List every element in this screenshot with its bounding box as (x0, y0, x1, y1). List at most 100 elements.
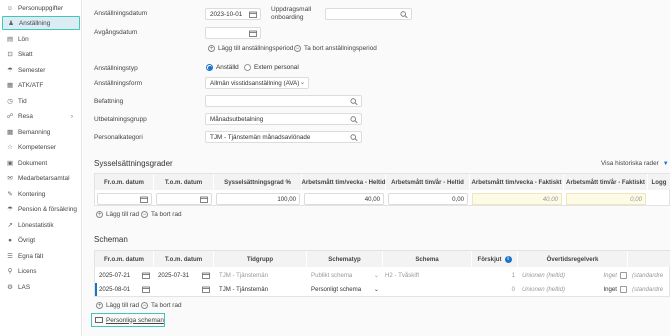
schedule-group-value: TJM - Tjänstemän (219, 285, 268, 293)
year-full-input[interactable]: 0,00 (388, 193, 468, 205)
chevron-right-icon: › (70, 112, 73, 120)
start-date-value: 2023-10-01 (210, 10, 243, 18)
type-external-label: Extern personal (254, 64, 299, 71)
sidebar-item-label: Lönestatistik (18, 221, 54, 229)
minus-icon: − (294, 45, 301, 52)
calendar-icon[interactable] (202, 286, 210, 293)
type-radio-employed[interactable]: Anställd (206, 64, 239, 71)
sidebar-item-medarbetarsamtal[interactable]: ✉ Medarbetarsamtal (2, 171, 80, 185)
sidebar-item-anstallning[interactable]: ♟ Anställning (2, 16, 80, 30)
personnel-category-label: Personalkategori (94, 134, 143, 141)
money-icon: ▤ (6, 36, 14, 43)
sidebar-item-ovrigt[interactable]: ● Övrigt (2, 233, 80, 247)
personnel-category-select[interactable]: TJM - Tjänstemän månadsavlönade (205, 131, 362, 143)
sidebar-item-dokument[interactable]: ▣ Dokument (2, 156, 80, 170)
sidebar-item-kompetenser[interactable]: ☆ Kompetenser (2, 140, 80, 154)
sidebar-item-label: Bemanning (18, 128, 51, 136)
employment-type-label: Anställningstyp (94, 65, 138, 72)
info-icon[interactable]: i (504, 255, 512, 263)
sidebar: ☺ Personuppgifter ♟ Anställning ▤ Lön ⊡ Skat… (0, 0, 82, 336)
sidebar-item-tid[interactable]: ◷ Tid (2, 94, 80, 108)
checkbox[interactable] (620, 285, 627, 293)
occupancy-degree-input[interactable]: 100,00 (216, 193, 300, 205)
sidebar-item-bemanning[interactable]: ▩ Bemanning (2, 125, 80, 139)
type-radio-external[interactable]: Extern personal (244, 64, 299, 71)
sidebar-item-label: Personuppgifter (18, 4, 64, 12)
schedule-type-select[interactable]: Personligt schema ⌄ (311, 283, 381, 295)
schedules-table: Fr.o.m. datum T.o.m. datum Tidgrupp Sche… (94, 250, 670, 297)
sidebar-item-label: Anställning (19, 19, 51, 27)
occupancy-add-row-button[interactable]: + Lägg till rad (96, 211, 139, 218)
key-icon: ⚲ (7, 268, 13, 275)
personal-schedules-link[interactable]: Personliga scheman (91, 313, 165, 327)
column-header: Logg (648, 174, 670, 190)
sidebar-item-egna-falt[interactable]: ☰ Egna fält (2, 249, 80, 263)
sidebar-item-personuppgifter[interactable]: ☺ Personuppgifter (2, 1, 80, 15)
from-date-input[interactable] (97, 193, 152, 205)
end-date-input[interactable] (205, 27, 261, 39)
sidebar-item-licens[interactable]: ⚲ Licens (2, 264, 80, 278)
occupancy-remove-row-button[interactable]: − Ta bort rad (141, 211, 182, 218)
sidebar-item-pension[interactable]: ☂ Pension & försäkring (2, 202, 80, 216)
chevron-down-icon: ⌄ (373, 271, 379, 279)
sidebar-item-skatt[interactable]: ⊡ Skatt (2, 47, 80, 61)
to-date-input[interactable] (156, 193, 212, 205)
position-select[interactable] (205, 95, 362, 107)
column-header: Tidgrupp (214, 251, 307, 267)
sidebar-item-label: Kontering (18, 190, 46, 198)
sidebar-item-resa[interactable]: ☍ Resa › (2, 109, 80, 123)
position-label: Befattning (94, 98, 124, 105)
sidebar-item-label: Egna fält (18, 252, 44, 260)
checkbox[interactable] (620, 271, 627, 279)
staffing-icon: ▩ (6, 129, 14, 136)
column-header: Fr.o.m. datum (95, 251, 154, 267)
schedule-value: H2 - Tvåskift (385, 271, 420, 279)
cell-value: Personligt schema (311, 285, 362, 293)
overtime-value: Unionen (heltid) (522, 271, 566, 279)
personal-schedules-label: Personliga scheman (106, 316, 164, 324)
calendar-icon[interactable] (249, 30, 257, 37)
sidebar-item-kontering[interactable]: ✎ Kontering (2, 187, 80, 201)
sidebar-item-atk[interactable]: ▦ ATK/ATF (2, 78, 80, 92)
employment-form-select[interactable]: Allmän visstidsanställning (AVA) ⌄ (205, 77, 309, 89)
radio-icon (244, 64, 251, 71)
calendar-icon[interactable] (249, 11, 257, 18)
calendar-icon[interactable] (140, 196, 148, 203)
schedule-value (385, 283, 470, 295)
sidebar-item-label: Licens (18, 267, 37, 275)
start-date-input[interactable]: 2023-10-01 (205, 8, 261, 20)
column-header: Arbetsmått tim/vecka - Heltid (302, 174, 386, 190)
badge-icon: ☆ (7, 144, 13, 151)
sidebar-item-semester[interactable]: ☂ Semester (2, 63, 80, 77)
schedule-add-row-button[interactable]: + Lägg till rad (96, 302, 139, 309)
sidebar-item-lonestatistik[interactable]: ↗ Lönestatistik (2, 218, 80, 232)
onboarding-select[interactable] (325, 8, 412, 20)
column-header: T.o.m. datum (154, 251, 214, 267)
column-header: T.o.m. datum (154, 174, 214, 190)
calendar-icon[interactable] (200, 196, 208, 203)
calendar-icon[interactable] (142, 286, 150, 293)
clock-icon: ◷ (7, 98, 13, 105)
plus-icon: + (96, 211, 103, 218)
add-period-button[interactable]: + Lägg till anställningsperiod (208, 45, 293, 52)
column-header: Arbetsmått tim/år - Heltid (386, 174, 470, 190)
none-value[interactable]: Inget (597, 269, 627, 281)
schedule-from-value: 2025-08-01 (99, 285, 131, 293)
schedule-type-select[interactable]: Publikt schema ⌄ (311, 269, 381, 281)
calendar-icon[interactable] (202, 272, 210, 279)
sidebar-item-lon[interactable]: ▤ Lön (2, 32, 80, 46)
sidebar-item-label: Medarbetarsamtal (18, 174, 70, 182)
sidebar-item-label: LAS (18, 283, 31, 291)
calendar-icon[interactable] (142, 272, 150, 279)
sidebar-item-las[interactable]: ⚙ LAS (2, 280, 80, 294)
remove-period-button[interactable]: − Ta bort anställningsperiod (294, 45, 377, 52)
column-header: Övertidsregelverk (518, 251, 628, 267)
schedule-remove-row-button[interactable]: − Ta bort rad (141, 302, 182, 309)
occupancy-table: Fr.o.m. datum T.o.m. datum Sysselsättnin… (94, 173, 670, 206)
week-full-input[interactable]: 40,00 (304, 193, 384, 205)
payment-group-select[interactable]: Månadsutbetalning (205, 113, 362, 125)
show-history-link[interactable]: Visa historiska rader ▼ (601, 160, 669, 167)
schedule-to-value: 2025-07-31 (158, 271, 190, 279)
none-value[interactable]: Inget (597, 283, 627, 295)
payment-group-label: Utbetalningsgrupp (94, 116, 147, 123)
